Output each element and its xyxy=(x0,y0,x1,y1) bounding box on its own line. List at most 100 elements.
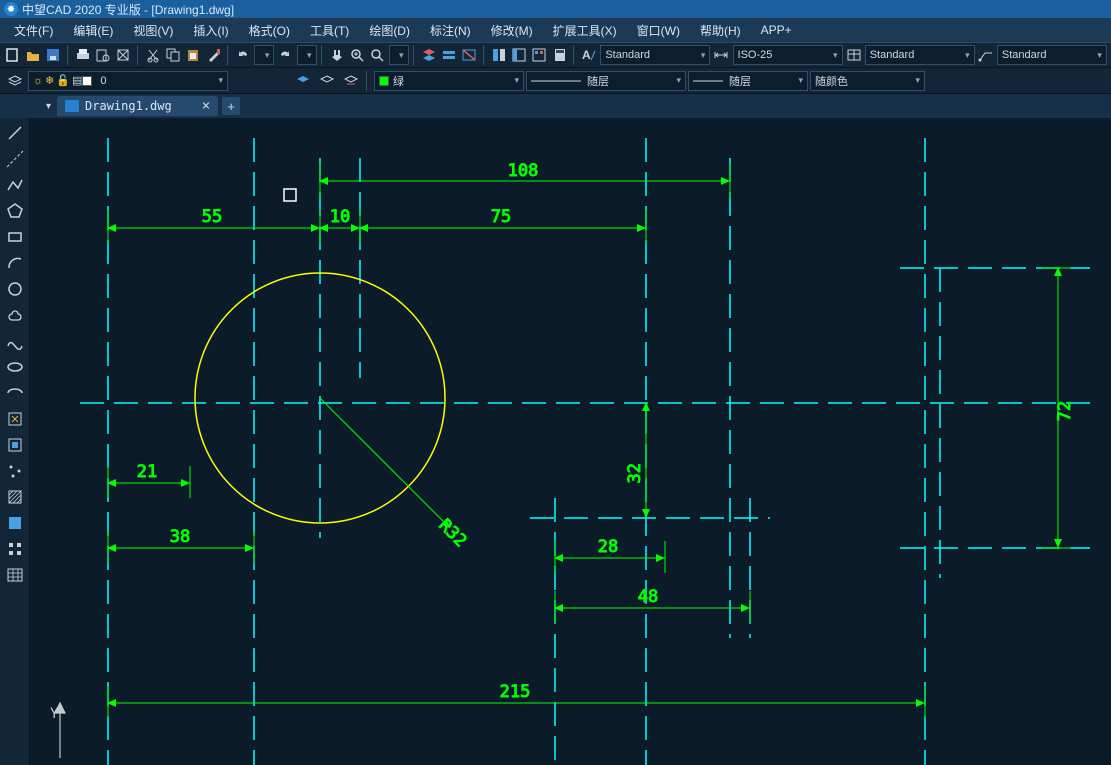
insertblock-icon[interactable] xyxy=(4,408,26,430)
lineweight-dropdown[interactable]: 随层 ▾ xyxy=(688,71,808,91)
mleaderstyle-dropdown[interactable]: Standard▾ xyxy=(997,45,1107,65)
dimstyle-value: ISO-25 xyxy=(738,49,773,61)
paste-icon[interactable] xyxy=(184,44,202,66)
drawing-canvas[interactable]: 108 55 10 75 21 xyxy=(30,118,1111,765)
tab-prev-icon[interactable]: ▾ xyxy=(46,101,51,112)
layer-color-swatch xyxy=(82,76,92,86)
layer-manager-icon[interactable] xyxy=(4,70,26,92)
bulb-icon: ☼ xyxy=(33,75,43,87)
dimstyle-icon[interactable] xyxy=(712,44,730,66)
menu-ext[interactable]: 扩展工具(X) xyxy=(543,19,627,42)
line-icon[interactable] xyxy=(4,122,26,144)
layer-state-icon[interactable] xyxy=(440,44,458,66)
pan-icon[interactable] xyxy=(328,44,346,66)
calculator-icon[interactable] xyxy=(551,44,569,66)
tablestyle-icon[interactable] xyxy=(845,44,863,66)
mleaderstyle-value: Standard xyxy=(1002,49,1047,61)
linetype-dropdown[interactable]: 随层 ▾ xyxy=(526,71,686,91)
lineweight-value: 随层 xyxy=(729,73,751,89)
layeriso-icon[interactable] xyxy=(292,70,314,92)
menu-modify[interactable]: 修改(M) xyxy=(481,19,543,42)
zoom-realtime-icon[interactable] xyxy=(348,44,366,66)
new-tab-button[interactable]: + xyxy=(222,97,240,115)
layerfrz-icon[interactable] xyxy=(340,70,362,92)
layer-name: 0 xyxy=(100,75,106,87)
tablestyle-value: Standard xyxy=(870,49,915,61)
region-icon[interactable] xyxy=(4,538,26,560)
redo-dropdown[interactable]: ▾ xyxy=(297,45,317,65)
menu-format[interactable]: 格式(O) xyxy=(239,19,300,42)
tablestyle-dropdown[interactable]: Standard▾ xyxy=(865,45,975,65)
layeron-icon[interactable] xyxy=(316,70,338,92)
menu-edit[interactable]: 编辑(E) xyxy=(63,19,123,42)
dim-38: 38 xyxy=(170,527,190,547)
new-icon[interactable] xyxy=(4,44,22,66)
print-icon[interactable] xyxy=(74,44,92,66)
sun-icon: ❄ xyxy=(45,74,54,87)
dim-75: 75 xyxy=(491,207,511,227)
polyline-icon[interactable] xyxy=(4,174,26,196)
menu-tools[interactable]: 工具(T) xyxy=(300,19,359,42)
menu-app[interactable]: APP+ xyxy=(751,20,802,40)
plotstyle-value: 随颜色 xyxy=(815,73,848,89)
color-dropdown[interactable]: 绿 ▾ xyxy=(374,71,524,91)
textstyle-icon[interactable]: A xyxy=(580,44,598,66)
open-icon[interactable] xyxy=(24,44,42,66)
dim-72: 72 xyxy=(1055,401,1075,421)
plotstyle-dropdown[interactable]: 随颜色 ▾ xyxy=(810,71,925,91)
props-icon[interactable] xyxy=(490,44,508,66)
revcloud-icon[interactable] xyxy=(4,304,26,326)
ellipsearc-icon[interactable] xyxy=(4,382,26,404)
circle-icon[interactable] xyxy=(4,278,26,300)
file-icon xyxy=(65,100,79,112)
linetype-preview-icon xyxy=(531,77,581,85)
layer-dropdown[interactable]: ☼ ❄ 🔓 ▤ 0 ▾ xyxy=(28,71,228,91)
menu-file[interactable]: 文件(F) xyxy=(4,19,63,42)
matchprop-icon[interactable] xyxy=(205,44,223,66)
table-icon[interactable] xyxy=(4,564,26,586)
hatch-icon[interactable] xyxy=(4,486,26,508)
menu-dim[interactable]: 标注(N) xyxy=(420,19,481,42)
menu-draw[interactable]: 绘图(D) xyxy=(359,19,420,42)
cursor-pickbox xyxy=(284,189,296,201)
xline-icon[interactable] xyxy=(4,148,26,170)
toolpalette-icon[interactable] xyxy=(530,44,548,66)
spline-icon[interactable] xyxy=(4,330,26,352)
toolbar-draw xyxy=(0,118,30,765)
toolbar-layer: ☼ ❄ 🔓 ▤ 0 ▾ 绿 ▾ 随层 ▾ 随层 ▾ 随颜色 ▾ xyxy=(0,68,1111,94)
cut-icon[interactable] xyxy=(144,44,162,66)
undo-dropdown[interactable]: ▾ xyxy=(254,45,274,65)
toolbar-standard: ▾ ▾ ▾ A Standard▾ ISO-25▾ Standard▾ Stan… xyxy=(0,42,1111,68)
point-icon[interactable] xyxy=(4,460,26,482)
layer-props-icon[interactable] xyxy=(420,44,438,66)
print-preview-icon[interactable] xyxy=(94,44,112,66)
tab-drawing1[interactable]: Drawing1.dwg × xyxy=(57,96,218,116)
menu-view[interactable]: 视图(V) xyxy=(123,19,183,42)
textstyle-dropdown[interactable]: Standard▾ xyxy=(600,45,710,65)
menu-insert[interactable]: 插入(I) xyxy=(183,19,238,42)
zoom-window-icon[interactable] xyxy=(368,44,386,66)
copy-icon[interactable] xyxy=(164,44,182,66)
dim-55: 55 xyxy=(202,207,222,227)
makeblock-icon[interactable] xyxy=(4,434,26,456)
dim-108: 108 xyxy=(508,161,539,181)
color-value: 绿 xyxy=(393,73,404,89)
gradient-icon[interactable] xyxy=(4,512,26,534)
publish-icon[interactable] xyxy=(114,44,132,66)
menu-window[interactable]: 窗口(W) xyxy=(627,19,690,42)
menu-help[interactable]: 帮助(H) xyxy=(690,19,751,42)
arc-icon[interactable] xyxy=(4,252,26,274)
polygon-icon[interactable] xyxy=(4,200,26,222)
zoom-dropdown[interactable]: ▾ xyxy=(389,45,409,65)
undo-icon[interactable] xyxy=(234,44,252,66)
rectangle-icon[interactable] xyxy=(4,226,26,248)
designcenter-icon[interactable] xyxy=(510,44,528,66)
dimstyle-dropdown[interactable]: ISO-25▾ xyxy=(733,45,843,65)
save-icon[interactable] xyxy=(44,44,62,66)
close-icon[interactable]: × xyxy=(202,98,210,114)
layer-off-icon[interactable] xyxy=(460,44,478,66)
ellipse-icon[interactable] xyxy=(4,356,26,378)
redo-icon[interactable] xyxy=(276,44,294,66)
color-swatch xyxy=(379,76,389,86)
mleaderstyle-icon[interactable] xyxy=(977,44,995,66)
